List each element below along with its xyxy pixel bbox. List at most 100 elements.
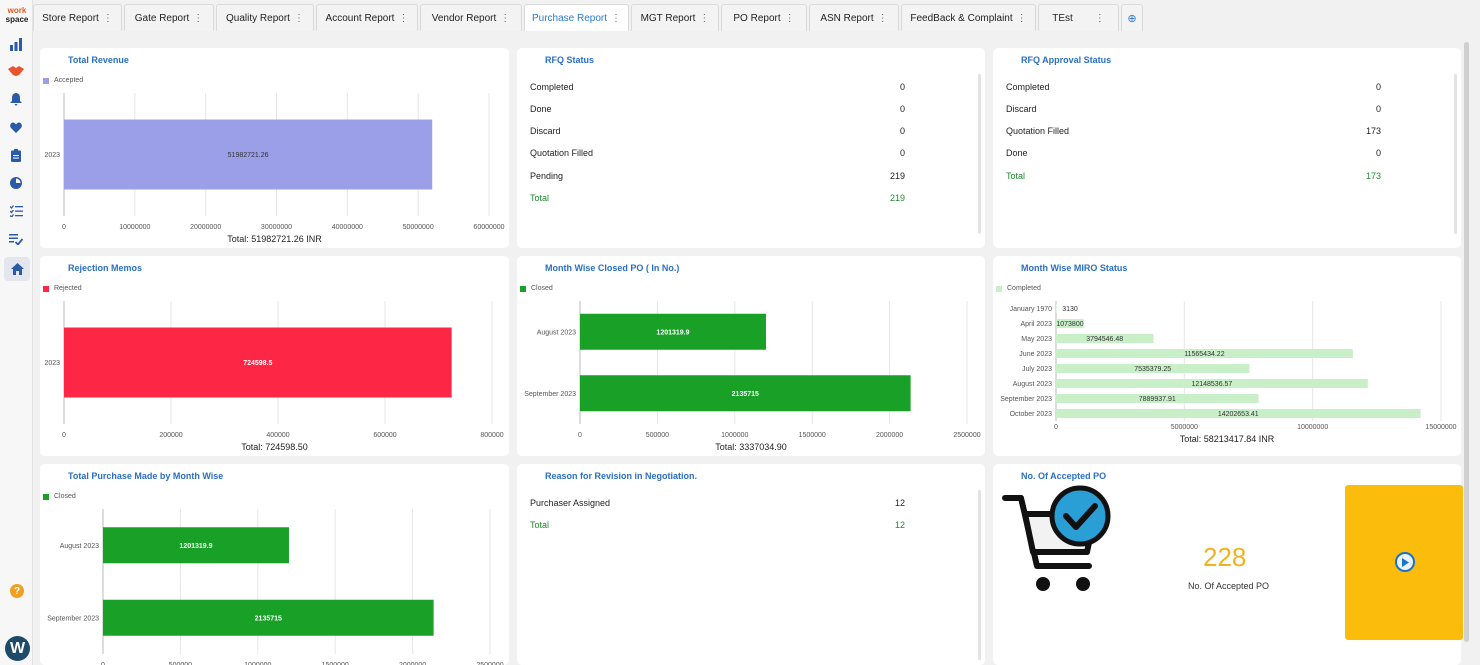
closed-po-chart: 0 500000 1000000 1500000 2000000 2500000 Augus… [524, 301, 981, 439]
purchase-chart: 05000001000000150000020000002500000Augus… [47, 509, 504, 665]
play-button[interactable] [1395, 552, 1415, 572]
tick-label: 600000 [373, 432, 396, 439]
tick-label: 800000 [480, 432, 503, 439]
tab-feedback-complaint[interactable]: FeedBack & Complaint ⋮ [901, 4, 1036, 31]
tab-menu-icon[interactable]: ⋮ [294, 13, 304, 24]
tick-label: 0 [1054, 424, 1058, 431]
card-rfq-approval-status: RFQ Approval Status Completed 0 Discard 0 … [993, 48, 1461, 248]
card-accepted-po: No. Of Accepted PO 228 No. Of Accepted P… [993, 464, 1463, 665]
list-check-icon[interactable] [6, 229, 26, 249]
tick-label: 500000 [646, 432, 669, 439]
tick-label: 60000000 [473, 224, 504, 231]
tick-label: 1000000 [721, 432, 748, 439]
card-revision-reason: Reason for Revision in Negotiation. Purc… [517, 464, 985, 665]
tab-menu-icon[interactable]: ⋮ [699, 13, 709, 24]
chart-total: Total: 724598.50 [241, 442, 308, 452]
card-month-closed-po: Month Wise Closed PO ( In No.) Closed 05… [517, 256, 985, 456]
tab-menu-icon[interactable]: ⋮ [785, 13, 795, 24]
logo-line2: space [5, 15, 29, 24]
avatar[interactable]: W [5, 636, 30, 661]
tab-menu-icon[interactable]: ⋮ [1095, 13, 1105, 24]
tab-menu-icon[interactable]: ⋮ [103, 13, 113, 24]
status-row: Discard 0 [530, 126, 905, 136]
tick-label: 15000000 [1425, 424, 1456, 431]
chart-total: Total: 51982721.26 INR [227, 234, 322, 244]
status-total-row: Total 173 [1006, 171, 1381, 181]
tab-label: Quality Report [226, 12, 290, 24]
tab-label: Store Report [42, 12, 99, 24]
help-icon[interactable]: ? [10, 584, 24, 598]
tab-account-report[interactable]: Account Report ⋮ [316, 4, 418, 31]
tab-label: Purchase Report [531, 12, 608, 24]
home-icon[interactable] [4, 257, 30, 281]
card-rejection-memos: Rejection Memos Rejected 0 200000 400000 60… [40, 256, 509, 456]
data-label: 1201319.9 [656, 329, 689, 336]
add-tab-button[interactable]: ⊕ [1121, 4, 1143, 31]
miro-chart: 0 5000000 10000000 15000000 January 1970 3130… [1000, 301, 1457, 431]
category-label: July 2023 [1022, 366, 1052, 373]
tab-menu-icon[interactable]: ⋮ [611, 13, 621, 24]
card-title: No. Of Accepted PO [1021, 471, 1107, 481]
handshake-icon[interactable] [6, 61, 26, 81]
clipboard-icon[interactable] [6, 145, 26, 165]
category-label: September 2023 [524, 391, 576, 398]
logo-line1: work [7, 6, 27, 15]
pie-icon[interactable] [6, 173, 26, 193]
tab-menu-icon[interactable]: ⋮ [1017, 13, 1027, 24]
tab-store-report[interactable]: Store Report ⋮ [33, 4, 122, 31]
data-label: 7535379.25 [1134, 366, 1171, 373]
tab-label: ASN Report [820, 12, 874, 24]
card-scrollbar[interactable] [1454, 74, 1457, 234]
tab-menu-icon[interactable]: ⋮ [398, 13, 408, 24]
category-label: August 2023 [60, 543, 99, 550]
status-row: Purchaser Assigned 12 [530, 498, 905, 508]
category-label: 2023 [44, 152, 60, 159]
tick-label: 0 [578, 432, 582, 439]
tab-vendor-report[interactable]: Vendor Report ⋮ [420, 4, 522, 31]
status-row: Discard 0 [1006, 104, 1381, 114]
data-label: 1073800 [1056, 321, 1083, 328]
status-total-row: Total 12 [530, 520, 905, 530]
status-row: Quotation Filled 0 [530, 148, 905, 158]
category-label: 2023 [44, 360, 60, 367]
rejection-chart: 0 200000 400000 600000 800000 2023 724598.5 [44, 301, 504, 439]
category-label: October 2023 [1010, 411, 1053, 418]
category-label: August 2023 [1013, 381, 1052, 388]
tab-po-report[interactable]: PO Report ⋮ [721, 4, 807, 31]
card-title: RFQ Approval Status [1021, 55, 1112, 65]
tab-gate-report[interactable]: Gate Report ⋮ [124, 4, 214, 31]
bell-icon[interactable] [6, 89, 26, 109]
tab-purchase-report[interactable]: Purchase Report ⋮ [524, 4, 629, 31]
tab-quality-report[interactable]: Quality Report ⋮ [216, 4, 314, 31]
checklist-icon[interactable] [6, 201, 26, 221]
bar [1056, 304, 1057, 313]
card-scrollbar[interactable] [978, 74, 981, 234]
tab-label: Gate Report [134, 12, 190, 24]
data-label: 2135715 [732, 391, 759, 398]
card-scrollbar[interactable] [978, 490, 981, 660]
tick-label: 0 [62, 224, 66, 231]
tab-menu-icon[interactable]: ⋮ [193, 13, 203, 24]
heart-icon[interactable] [6, 117, 26, 137]
page-scrollbar[interactable] [1464, 42, 1469, 642]
tab-menu-icon[interactable]: ⋮ [878, 13, 888, 24]
tab-label: Vendor Report [431, 12, 497, 24]
app-logo[interactable]: work space [4, 6, 30, 28]
tab-asn-report[interactable]: ASN Report ⋮ [809, 4, 899, 31]
tick-label: 0 [62, 432, 66, 439]
chart-total: Total: 58213417.84 INR [1179, 434, 1275, 444]
tab-label: FeedBack & Complaint [910, 12, 1013, 24]
data-label: 7889937.91 [1139, 396, 1176, 403]
tick-label: 2000000 [876, 432, 903, 439]
data-label: 51982721.26 [228, 152, 269, 159]
tab-menu-icon[interactable]: ⋮ [500, 13, 510, 24]
tab-test[interactable]: TEst ⋮ [1038, 4, 1119, 31]
card-miro-status: Month Wise MIRO Status Completed 0 500000… [993, 256, 1461, 456]
category-label: May 2023 [1021, 336, 1052, 343]
status-total-row: Total 219 [530, 193, 905, 203]
status-row: Done 0 [530, 104, 905, 114]
tab-mgt-report[interactable]: MGT Report ⋮ [631, 4, 719, 31]
bar-chart-icon[interactable] [6, 34, 26, 54]
tick-label: 400000 [266, 432, 289, 439]
report-tabs: Store Report ⋮ Gate Report ⋮ Quality Repor… [33, 4, 1143, 31]
